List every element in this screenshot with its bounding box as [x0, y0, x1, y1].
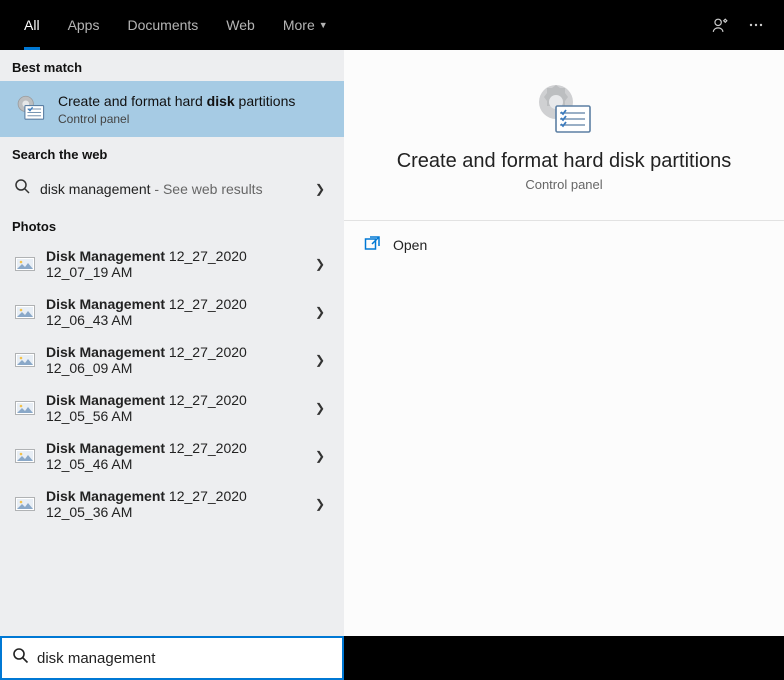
web-result-text: disk management - See web results	[40, 181, 300, 197]
photo-title: Disk Management 12_27_2020	[46, 248, 300, 264]
section-photos: Photos	[0, 209, 344, 240]
photo-time: 12_05_36 AM	[46, 504, 300, 520]
photo-result[interactable]: Disk Management 12_27_2020 12_05_56 AM ❯	[0, 384, 344, 432]
tab-documents[interactable]: Documents	[113, 0, 212, 50]
chevron-right-icon: ❯	[310, 353, 330, 367]
photo-result[interactable]: Disk Management 12_27_2020 12_05_46 AM ❯	[0, 432, 344, 480]
chevron-right-icon: ❯	[310, 305, 330, 319]
detail-subtitle: Control panel	[364, 177, 764, 192]
section-search-web: Search the web	[0, 137, 344, 168]
photo-result[interactable]: Disk Management 12_27_2020 12_05_36 AM ❯	[0, 480, 344, 528]
detail-panel: Create and format hard disk partitions C…	[344, 50, 784, 636]
detail-title: Create and format hard disk partitions	[364, 150, 764, 173]
photo-result[interactable]: Disk Management 12_27_2020 12_06_43 AM ❯	[0, 288, 344, 336]
chevron-down-icon: ▼	[319, 20, 328, 30]
best-match-subtitle: Control panel	[58, 112, 295, 126]
open-icon	[364, 235, 381, 255]
search-bar	[0, 636, 784, 680]
photo-title: Disk Management 12_27_2020	[46, 440, 300, 456]
photo-result[interactable]: Disk Management 12_27_2020 12_06_09 AM ❯	[0, 336, 344, 384]
detail-icon	[529, 80, 599, 140]
photo-time: 12_06_43 AM	[46, 312, 300, 328]
best-match-title: Create and format hard disk partitions	[58, 92, 295, 110]
search-box[interactable]	[0, 636, 344, 680]
chevron-right-icon: ❯	[310, 182, 330, 196]
section-best-match: Best match	[0, 50, 344, 81]
image-icon	[14, 496, 36, 512]
tab-more[interactable]: More ▼	[269, 0, 342, 50]
search-input[interactable]	[37, 650, 332, 667]
feedback-icon[interactable]	[702, 7, 738, 43]
chevron-right-icon: ❯	[310, 449, 330, 463]
more-options-icon[interactable]	[738, 7, 774, 43]
chevron-right-icon: ❯	[310, 401, 330, 415]
search-icon	[12, 647, 29, 669]
tab-bar: All Apps Documents Web More ▼	[0, 0, 784, 50]
photo-time: 12_07_19 AM	[46, 264, 300, 280]
photo-time: 12_05_46 AM	[46, 456, 300, 472]
photo-title: Disk Management 12_27_2020	[46, 296, 300, 312]
image-icon	[14, 352, 36, 368]
photo-title: Disk Management 12_27_2020	[46, 488, 300, 504]
image-icon	[14, 256, 36, 272]
results-panel: Best match Create and format hard disk p…	[0, 50, 344, 636]
photo-time: 12_06_09 AM	[46, 360, 300, 376]
image-icon	[14, 400, 36, 416]
open-action[interactable]: Open	[344, 221, 784, 269]
photo-title: Disk Management 12_27_2020	[46, 392, 300, 408]
tab-all[interactable]: All	[10, 0, 54, 50]
tab-web[interactable]: Web	[212, 0, 269, 50]
tab-more-label: More	[283, 17, 315, 33]
tab-apps[interactable]: Apps	[54, 0, 114, 50]
chevron-right-icon: ❯	[310, 497, 330, 511]
open-label: Open	[393, 237, 427, 253]
control-panel-icon	[12, 91, 48, 127]
web-result[interactable]: disk management - See web results ❯	[0, 168, 344, 209]
image-icon	[14, 304, 36, 320]
search-icon	[14, 178, 30, 199]
photo-result[interactable]: Disk Management 12_27_2020 12_07_19 AM ❯	[0, 240, 344, 288]
chevron-right-icon: ❯	[310, 257, 330, 271]
best-match-result[interactable]: Create and format hard disk partitions C…	[0, 81, 344, 137]
photo-title: Disk Management 12_27_2020	[46, 344, 300, 360]
photo-time: 12_05_56 AM	[46, 408, 300, 424]
image-icon	[14, 448, 36, 464]
